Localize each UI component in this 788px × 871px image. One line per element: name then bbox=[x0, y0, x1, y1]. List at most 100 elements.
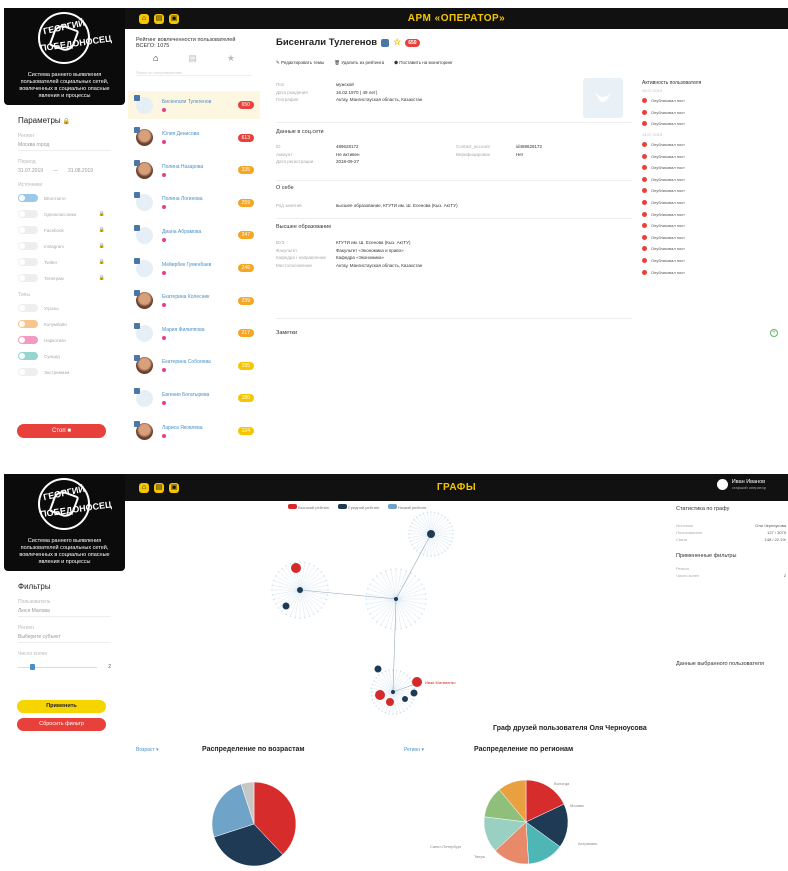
activity-item[interactable]: Опубликовал пост bbox=[642, 220, 782, 232]
source-toggle-row[interactable]: Одноклассники 🔒 bbox=[4, 208, 125, 220]
activity-item[interactable]: Опубликовал пост bbox=[642, 118, 782, 130]
graph-node[interactable] bbox=[297, 587, 303, 593]
source-toggle-row[interactable]: Телеграм 🔒 bbox=[4, 272, 125, 284]
graph-node[interactable] bbox=[412, 677, 422, 687]
source-toggle[interactable] bbox=[18, 274, 38, 282]
user-list-item[interactable]: Мейирбек Гуменбаев 246 bbox=[128, 254, 260, 282]
score-badge: 259 bbox=[237, 198, 254, 207]
activity-item[interactable]: Опубликовал пост bbox=[642, 174, 782, 186]
type-toggle-row[interactable]: Угрозы bbox=[4, 302, 125, 314]
user-filter-input[interactable]: Люся Малова bbox=[18, 608, 111, 617]
graph-node[interactable] bbox=[402, 696, 408, 702]
vk-icon[interactable] bbox=[381, 38, 390, 47]
user-list-item[interactable]: Диана Абрамова 247 bbox=[128, 221, 260, 249]
stop-icon: ■ bbox=[67, 428, 71, 434]
source-toggle[interactable] bbox=[18, 258, 38, 266]
activity-item[interactable]: Опубликовал пост bbox=[642, 150, 782, 162]
favorite-star-icon[interactable]: ☆ bbox=[393, 37, 401, 48]
type-toggle-row[interactable]: Суицид bbox=[4, 350, 125, 362]
user-menu[interactable]: Иван Иванов старший оператор bbox=[716, 479, 766, 490]
age-pie-chart[interactable] bbox=[194, 764, 314, 871]
stop-button[interactable]: Стоп ■ bbox=[17, 424, 106, 438]
source-toggle[interactable] bbox=[18, 226, 38, 234]
source-toggle[interactable] bbox=[18, 242, 38, 250]
region-select[interactable]: Москва город bbox=[18, 142, 111, 151]
type-toggle-row[interactable]: Экстремизм bbox=[4, 366, 125, 378]
source-toggle-row[interactable]: Facebook 🔒 bbox=[4, 224, 125, 236]
user-avatar bbox=[134, 420, 153, 440]
graph-node[interactable] bbox=[291, 563, 301, 573]
activity-item[interactable]: Опубликовал пост bbox=[642, 243, 782, 255]
activity-item[interactable]: Опубликовал пост bbox=[642, 185, 782, 197]
user-list-item[interactable]: Лариса Яковлева 124 bbox=[128, 417, 260, 445]
graph-node[interactable] bbox=[386, 698, 394, 706]
date-to-input[interactable]: 31.08.2019 bbox=[68, 168, 93, 174]
post-icon bbox=[642, 246, 647, 252]
region-chart-title: Распределение по регионам bbox=[474, 746, 574, 753]
add-note-icon[interactable]: + bbox=[770, 329, 778, 337]
vk-icon bbox=[134, 159, 140, 166]
user-list-item[interactable]: Юлия Денисова 613 bbox=[128, 124, 260, 152]
source-toggle-row[interactable]: Instagram 🔒 bbox=[4, 240, 125, 252]
graph-node[interactable] bbox=[410, 689, 418, 697]
reset-filter-button[interactable]: Сбросить фильтр bbox=[17, 718, 106, 731]
post-icon bbox=[642, 234, 647, 240]
user-list-item[interactable]: Евгения Богатырева 180 bbox=[128, 384, 260, 412]
graph-node[interactable] bbox=[427, 530, 435, 538]
user-list-item[interactable]: Екатерина Соболева 195 bbox=[128, 352, 260, 380]
region-filter-select[interactable]: Выберите субъект bbox=[18, 634, 111, 643]
friends-graph[interactable]: Высокий рейтинг Средний рейтинг Низкий р… bbox=[128, 502, 668, 722]
source-toggle-row[interactable]: Twitter 🔒 bbox=[4, 256, 125, 268]
user-list-item[interactable]: Полина Назарова 335 bbox=[128, 156, 260, 184]
user-search-input[interactable]: Поиск по пользователям bbox=[136, 70, 252, 76]
list-tab-icon[interactable]: ▤ bbox=[188, 53, 197, 64]
activity-item[interactable]: Опубликовал пост bbox=[642, 232, 782, 244]
activity-item[interactable]: Опубликовал пост bbox=[642, 107, 782, 119]
user-list-item[interactable]: Полина Логинова 259 bbox=[128, 189, 260, 217]
activity-item[interactable]: Опубликовал пост bbox=[642, 162, 782, 174]
source-label: Twitter bbox=[44, 259, 58, 265]
type-toggle[interactable] bbox=[18, 336, 38, 344]
age-selector[interactable]: Возраст ▾ bbox=[136, 747, 159, 753]
pie-label: Тверь bbox=[474, 854, 485, 859]
graph-node[interactable] bbox=[394, 597, 398, 601]
activity-item[interactable]: Опубликовал пост bbox=[642, 95, 782, 107]
edit-topics-button[interactable]: ✎ Редактировать темы bbox=[276, 60, 324, 66]
home-tab-icon[interactable]: ⌂ bbox=[153, 53, 158, 64]
activity-panel: Активность пользователя 26.07.2019 Опубли… bbox=[642, 80, 782, 278]
type-toggle[interactable] bbox=[18, 352, 38, 360]
type-toggle[interactable] bbox=[18, 304, 38, 312]
post-icon bbox=[642, 98, 647, 104]
graph-node[interactable] bbox=[375, 690, 385, 700]
region-selector[interactable]: Регион ▾ bbox=[404, 747, 424, 753]
post-icon bbox=[642, 153, 647, 159]
source-toggle-row[interactable]: ВКонтакте bbox=[4, 192, 125, 204]
type-toggle[interactable] bbox=[18, 368, 38, 376]
graph-node[interactable] bbox=[374, 665, 382, 673]
user-list-item[interactable]: Мария Филиппова 217 bbox=[128, 319, 260, 347]
monitor-button[interactable]: ⬟ Поставить на мониторинг bbox=[394, 60, 453, 66]
user-list-item[interactable]: Бисенгали Тулегенов 650 bbox=[128, 91, 260, 119]
type-toggle-row[interactable]: Колумбайн bbox=[4, 318, 125, 330]
graph-node[interactable] bbox=[282, 602, 290, 610]
vk-icon bbox=[134, 257, 140, 264]
apply-button[interactable]: Применить bbox=[17, 700, 106, 713]
activity-item[interactable]: Опубликовал пост bbox=[642, 266, 782, 278]
activity-item[interactable]: Опубликовал пост bbox=[642, 255, 782, 267]
list-total: ВСЕГО: 1075 bbox=[136, 43, 170, 49]
depth-slider[interactable]: 2 bbox=[18, 663, 111, 671]
activity-item[interactable]: Опубликовал пост bbox=[642, 208, 782, 220]
activity-item[interactable]: Опубликовал пост bbox=[642, 139, 782, 151]
pie-label: Москва bbox=[570, 803, 584, 808]
user-list-item[interactable]: Екатерина Колесник 239 bbox=[128, 287, 260, 315]
graph-node[interactable] bbox=[391, 690, 395, 694]
type-label: Наркотики bbox=[44, 337, 66, 343]
remove-from-rating-button[interactable]: 🗑 Удалить из рейтинга bbox=[334, 60, 384, 66]
star-tab-icon[interactable]: ★ bbox=[227, 53, 235, 64]
source-toggle[interactable] bbox=[18, 210, 38, 218]
type-toggle[interactable] bbox=[18, 320, 38, 328]
type-toggle-row[interactable]: Наркотики bbox=[4, 334, 125, 346]
source-toggle[interactable] bbox=[18, 194, 38, 202]
date-from-input[interactable]: 31.07.2019 bbox=[18, 168, 43, 174]
activity-item[interactable]: Опубликовал пост bbox=[642, 197, 782, 209]
